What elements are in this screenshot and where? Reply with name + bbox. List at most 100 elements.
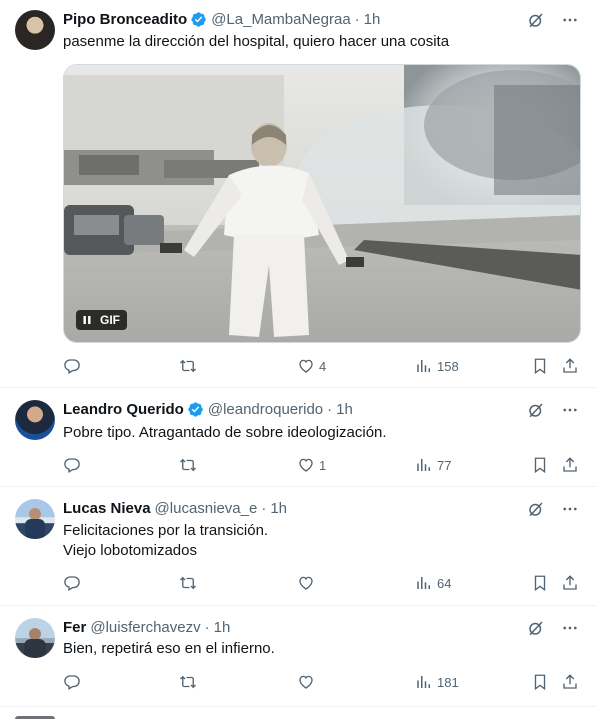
share-button[interactable] [561,356,579,376]
share-button[interactable] [561,672,579,692]
views-icon [415,456,433,474]
tweet-top-actions [526,400,580,420]
reply-button[interactable] [63,455,85,475]
bookmark-button[interactable] [531,356,549,376]
verified-badge-icon [190,11,207,28]
tweet[interactable]: Fer @luisferchavezv · 1h Bien, repetirá … [0,606,596,707]
like-icon [297,673,315,691]
bookmark-button[interactable] [531,455,549,475]
timestamp[interactable]: 1h [214,619,231,636]
views-icon [415,673,433,691]
share-icon [561,574,579,592]
more-icon[interactable] [560,618,580,638]
grok-icon[interactable] [526,400,546,420]
retweet-icon [179,673,197,691]
tweet-top-actions [526,499,580,519]
gif-badge[interactable]: GIF [76,310,127,330]
more-icon[interactable] [560,10,580,30]
grok-icon[interactable] [526,10,546,30]
more-icon[interactable] [560,499,580,519]
bookmark-button[interactable] [531,573,549,593]
share-icon [561,673,579,691]
bookmark-icon [531,673,549,691]
gif-label: GIF [100,313,120,327]
views-count: 158 [437,358,459,374]
author-handle[interactable]: @leandroquerido [208,401,323,418]
avatar[interactable] [15,400,55,440]
views-icon [415,357,433,375]
reply-button[interactable] [63,672,85,692]
like-icon [297,574,315,592]
retweet-button[interactable] [179,672,201,692]
separator-dot: · [261,499,267,517]
like-button[interactable] [297,672,319,692]
tweet-actions: 181 [63,672,581,692]
reply-icon [63,673,81,691]
tweet-header: Lucas Nieva @lucasnieva_e · 1h [63,498,287,518]
author-name[interactable]: Fer [63,619,86,636]
like-button[interactable] [297,573,319,593]
author-handle[interactable]: @luisferchavezv [90,619,200,636]
more-icon[interactable] [560,400,580,420]
author-name[interactable]: Pipo Bronceadito [63,11,187,28]
tweet-text: Pobre tipo. Atragantado de sobre ideolog… [63,424,387,441]
tweet-top-actions [526,10,580,30]
bookmark-icon [531,357,549,375]
retweet-icon [179,574,197,592]
tweet-actions: 1 77 [63,455,581,475]
like-button[interactable]: 1 [297,455,326,475]
retweet-button[interactable] [179,573,201,593]
reply-icon [63,357,81,375]
tweet-actions: 64 [63,573,581,593]
share-button[interactable] [561,455,579,475]
timestamp[interactable]: 1h [270,500,287,517]
author-name[interactable]: Leandro Querido [63,401,184,418]
views-button[interactable]: 158 [415,356,459,376]
tweet[interactable]: Pipo Bronceadito @La_MambaNegraa · 1h pa… [0,0,596,388]
bookmark-button[interactable] [531,672,549,692]
reply-button[interactable] [63,573,85,593]
views-count: 181 [437,674,459,690]
avatar[interactable] [15,618,55,658]
timestamp[interactable]: 1h [336,401,353,418]
tweet-text-line: Viejo lobotomizados [63,542,197,559]
verified-badge-icon [187,401,204,418]
reply-icon [63,456,81,474]
like-icon [297,456,315,474]
retweet-button[interactable] [179,455,201,475]
author-handle[interactable]: @lucasnieva_e [155,500,258,517]
grok-icon[interactable] [526,618,546,638]
tweet[interactable]: Leandro Querido @leandroquerido · 1h Pob… [0,388,596,487]
separator-dot: · [327,400,333,418]
tweet-text: Felicitaciones por la transición. Viejo … [63,521,268,561]
tweet-text-line: Felicitaciones por la transición. [63,522,269,539]
avatar[interactable] [15,10,55,50]
reply-button[interactable] [63,356,85,376]
like-icon [297,357,315,375]
pause-icon[interactable] [80,313,94,327]
like-count: 4 [319,358,327,374]
views-button[interactable]: 77 [415,455,451,475]
author-name[interactable]: Lucas Nieva [63,500,151,517]
bookmark-icon [531,574,549,592]
tweet-actions: 4 158 [63,356,581,376]
share-icon [561,357,579,375]
tweet[interactable]: Lucas Nieva @lucasnieva_e · 1h Felicitac… [0,487,596,606]
like-button[interactable]: 4 [297,356,326,376]
views-button[interactable]: 181 [415,672,459,692]
views-button[interactable]: 64 [415,573,451,593]
share-button[interactable] [561,573,579,593]
reply-icon [63,574,81,592]
tweet-header: Pipo Bronceadito @La_MambaNegraa · 1h [63,9,380,29]
views-count: 64 [437,575,452,591]
like-count: 1 [319,457,327,473]
timestamp[interactable]: 1h [364,11,381,28]
tweet-text: Bien, repetirá eso en el infierno. [63,640,275,657]
bookmark-icon [531,456,549,474]
gif-frame [64,65,580,342]
grok-icon[interactable] [526,499,546,519]
author-handle[interactable]: @La_MambaNegraa [211,11,350,28]
retweet-button[interactable] [179,356,201,376]
avatar[interactable] [15,499,55,539]
gif-media[interactable]: GIF [63,64,581,343]
